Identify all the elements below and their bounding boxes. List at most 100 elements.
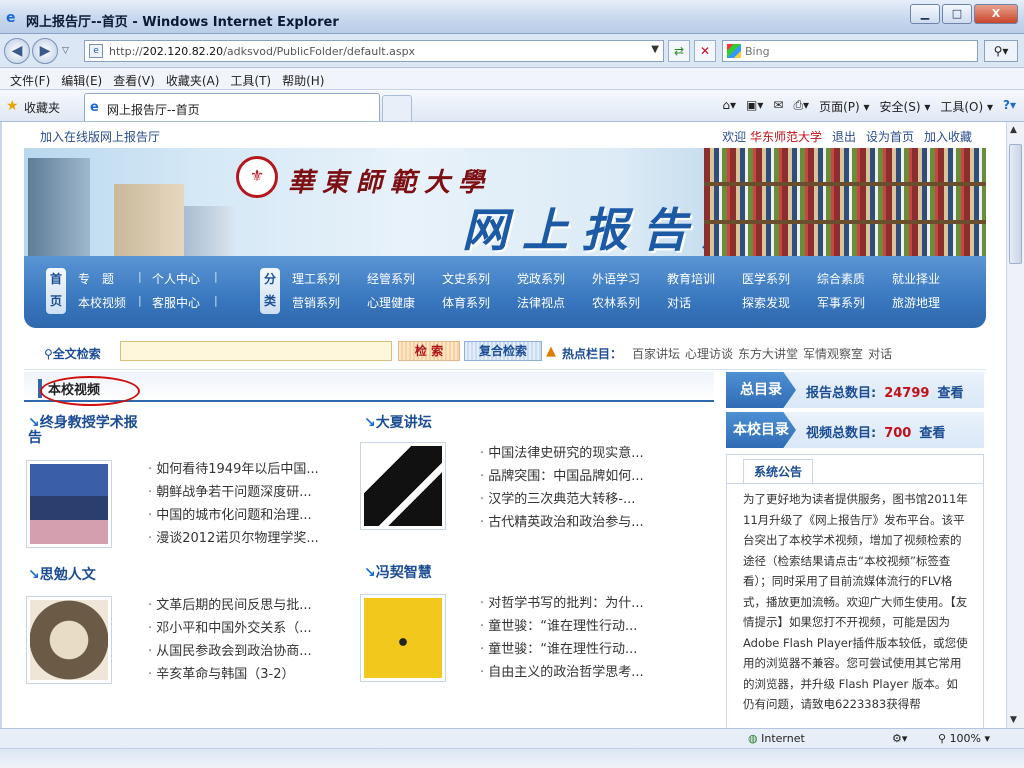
nav-cat[interactable]: 法律视点: [517, 294, 565, 311]
advanced-search-button[interactable]: 复合检索: [464, 341, 542, 361]
address-field[interactable]: e http://202.120.82.20/adksvod/PublicFol…: [84, 40, 664, 62]
nav-cat[interactable]: 营销系列: [292, 294, 340, 311]
address-dropdown-icon[interactable]: ▼: [651, 44, 659, 55]
school-view-link[interactable]: 查看: [919, 426, 945, 441]
page-menu[interactable]: 页面(P) ▾: [819, 98, 869, 115]
print-icon[interactable]: ⎙▾: [793, 98, 809, 115]
hot-link[interactable]: 心理访谈: [685, 345, 733, 362]
category-thumbnail[interactable]: [360, 442, 446, 530]
nav-service[interactable]: 客服中心: [152, 294, 200, 311]
video-link[interactable]: 汉学的三次典范大转移-...: [480, 488, 680, 511]
video-link[interactable]: 中国法律史研究的现实意...: [480, 442, 680, 465]
nav-cat[interactable]: 对话: [667, 294, 691, 311]
history-dropdown-icon[interactable]: ▽: [62, 46, 69, 56]
help-icon[interactable]: ?▾: [1003, 98, 1016, 115]
logout-link[interactable]: 退出: [832, 128, 856, 145]
menu-favorites[interactable]: 收藏夹(A): [164, 68, 229, 89]
join-online-link[interactable]: 加入在线版网上报告厅: [40, 128, 160, 145]
nav-cat[interactable]: 外语学习: [592, 270, 640, 287]
video-link[interactable]: 如何看待1949年以后中国...: [148, 458, 348, 481]
category-title[interactable]: ↘冯契智慧: [364, 566, 474, 581]
video-link[interactable]: 童世骏：“谁在理性行动...: [480, 638, 680, 661]
menu-view[interactable]: 查看(V): [111, 68, 164, 89]
search-button[interactable]: ⚲▾: [984, 40, 1018, 62]
video-link[interactable]: 对哲学书写的批判：为什...: [480, 592, 680, 615]
video-link[interactable]: 从国民参政会到政治协商...: [148, 640, 348, 663]
search-input[interactable]: [745, 43, 965, 59]
menu-file[interactable]: 文件(F): [8, 68, 59, 89]
hot-link[interactable]: 东方大讲堂: [738, 345, 798, 362]
video-link[interactable]: 童世骏：“谁在理性行动...: [480, 615, 680, 638]
feed-icon[interactable]: ▣▾: [746, 98, 763, 115]
nav-cat[interactable]: 理工系列: [292, 270, 340, 287]
video-link[interactable]: 品牌突围：中国品牌如何...: [480, 465, 680, 488]
category-thumbnail[interactable]: [26, 460, 112, 548]
video-link[interactable]: 漫谈2012诺贝尔物理学奖...: [148, 527, 348, 550]
refresh-button[interactable]: ⇄: [668, 40, 690, 62]
mail-icon[interactable]: ✉: [773, 98, 783, 115]
hot-link[interactable]: 百家讲坛: [632, 345, 680, 362]
video-link[interactable]: 邓小平和中国外交关系（...: [148, 617, 348, 640]
search-submit-button[interactable]: 检 索: [398, 341, 460, 361]
add-favorite-link[interactable]: 加入收藏: [924, 128, 972, 145]
nav-cat[interactable]: 军事系列: [817, 294, 865, 311]
nav-topics[interactable]: 专 题: [78, 270, 114, 287]
new-tab-button[interactable]: [382, 95, 412, 121]
back-button[interactable]: ◀: [4, 38, 30, 64]
category-title[interactable]: ↘思勉人文: [28, 568, 138, 583]
nav-cat[interactable]: 心理健康: [367, 294, 415, 311]
video-link[interactable]: 中国的城市化问题和治理...: [148, 504, 348, 527]
nav-personal[interactable]: 个人中心: [152, 270, 200, 287]
school-badge[interactable]: 本校目录: [726, 412, 796, 448]
nav-cat[interactable]: 教育培训: [667, 270, 715, 287]
hot-link[interactable]: 军情观察室: [803, 345, 863, 362]
video-link[interactable]: 文革后期的民间反思与批...: [148, 594, 348, 617]
nav-tag-home[interactable]: 首页: [46, 268, 66, 314]
close-button[interactable]: X: [974, 4, 1018, 24]
scroll-thumb[interactable]: [1009, 144, 1022, 264]
nav-school-video[interactable]: 本校视频: [78, 294, 126, 311]
set-home-link[interactable]: 设为首页: [866, 128, 914, 145]
nav-cat[interactable]: 农林系列: [592, 294, 640, 311]
forward-button[interactable]: ▶: [32, 38, 58, 64]
nav-cat[interactable]: 体育系列: [442, 294, 490, 311]
zoom-level[interactable]: ⚲ 100% ▾: [938, 732, 990, 745]
nav-tag-category[interactable]: 分类: [260, 268, 280, 314]
category-thumbnail[interactable]: [26, 596, 112, 684]
catalog-badge[interactable]: 总目录: [726, 372, 796, 408]
notice-tab[interactable]: 系统公告: [743, 459, 814, 485]
favorites-button[interactable]: 收藏夹: [24, 99, 60, 116]
fulltext-search-input[interactable]: [120, 341, 392, 361]
category-title[interactable]: ↘终身教授学术报告: [28, 416, 138, 446]
category-thumbnail[interactable]: [360, 594, 446, 682]
video-link[interactable]: 朝鲜战争若干问题深度研...: [148, 481, 348, 504]
video-link[interactable]: 辛亥革命与韩国（3-2）: [148, 663, 348, 686]
stop-button[interactable]: ✕: [694, 40, 716, 62]
video-link[interactable]: 自由主义的政治哲学思考...: [480, 661, 680, 684]
nav-cat[interactable]: 综合素质: [817, 270, 865, 287]
catalog-view-link[interactable]: 查看: [937, 386, 963, 401]
tools-menu[interactable]: 工具(O) ▾: [940, 98, 993, 115]
menu-edit[interactable]: 编辑(E): [59, 68, 111, 89]
minimize-button[interactable]: ▁: [910, 4, 940, 24]
scroll-up-icon[interactable]: ▲: [1010, 125, 1021, 135]
search-box[interactable]: [722, 40, 978, 62]
protected-mode-icon[interactable]: ⚙▾: [892, 732, 907, 745]
safety-menu[interactable]: 安全(S) ▾: [880, 98, 931, 115]
nav-cat[interactable]: 旅游地理: [892, 294, 940, 311]
browser-tab[interactable]: e 网上报告厅--首页: [84, 93, 380, 121]
nav-cat[interactable]: 文史系列: [442, 270, 490, 287]
nav-cat[interactable]: 党政系列: [517, 270, 565, 287]
scroll-down-icon[interactable]: ▼: [1010, 715, 1021, 725]
home-icon[interactable]: ⌂▾: [722, 98, 736, 115]
nav-cat[interactable]: 经管系列: [367, 270, 415, 287]
nav-cat[interactable]: 探索发现: [742, 294, 790, 311]
menu-tools[interactable]: 工具(T): [228, 68, 280, 89]
category-title[interactable]: ↘大夏讲坛: [364, 416, 474, 431]
vertical-scrollbar[interactable]: ▲ ▼: [1006, 122, 1024, 728]
nav-cat[interactable]: 就业择业: [892, 270, 940, 287]
video-link[interactable]: 古代精英政治和政治参与...: [480, 511, 680, 534]
maximize-button[interactable]: □: [942, 4, 972, 24]
hot-link[interactable]: 对话: [868, 345, 892, 362]
menu-help[interactable]: 帮助(H): [280, 68, 333, 89]
